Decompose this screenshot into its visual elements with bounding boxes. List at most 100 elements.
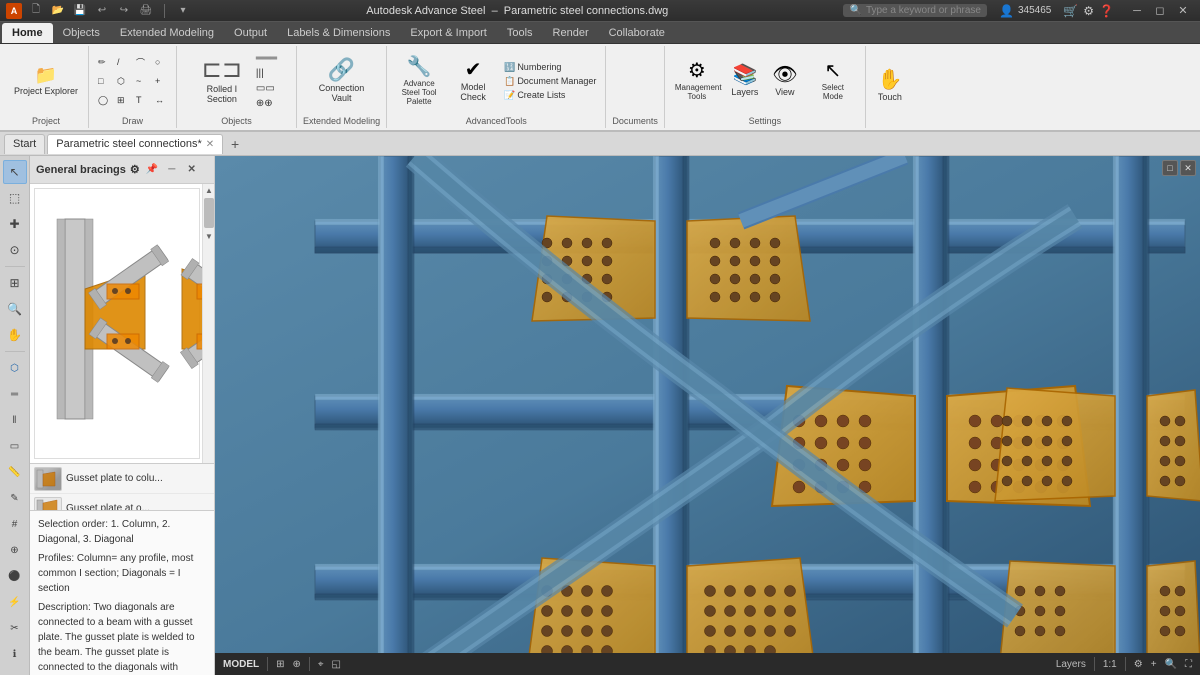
model-check-icon: ✔ — [465, 60, 482, 80]
bracing-item-2[interactable]: Gusset plate at o... — [30, 494, 214, 510]
titlebar: A 🗋 📂 💾 ↩ ↪ 🖨 ▾ Autodesk Advance Steel –… — [0, 0, 1200, 22]
tool-measure[interactable]: 📏 — [3, 460, 27, 484]
open-btn[interactable]: 📂 — [50, 3, 66, 19]
tab-collaborate[interactable]: Collaborate — [599, 23, 675, 43]
draw-rect-btn[interactable]: □ — [95, 72, 113, 90]
model-check-btn[interactable]: ✔ Model Check — [449, 58, 497, 104]
view-label: View — [775, 87, 794, 97]
draw-circle-btn[interactable]: ○ — [152, 53, 170, 71]
viewport-restore-btn[interactable]: □ — [1162, 160, 1178, 176]
draw-arc-btn[interactable]: ⌒ — [133, 53, 151, 71]
scroll-up-btn[interactable]: ▲ — [203, 184, 214, 196]
zoom-in-icon[interactable]: 🔍 — [1165, 659, 1177, 670]
bracings-pin-btn[interactable]: 📌 — [144, 162, 160, 178]
tab-objects[interactable]: Objects — [53, 23, 110, 43]
save-btn[interactable]: 💾 — [72, 3, 88, 19]
misc-btn1[interactable]: ▾ — [175, 3, 191, 19]
tab-start[interactable]: Start — [4, 134, 45, 154]
ribbon-group-touch: ✋ Touch — [866, 46, 914, 128]
minimize-btn[interactable]: ─ — [1126, 2, 1148, 20]
undo-btn[interactable]: ↩ — [94, 3, 110, 19]
rolled-i-btn[interactable]: ⊏⊐ Rolled I Section — [193, 56, 251, 106]
tool-palette-btn[interactable]: 🔧 Advance Steel Tool Palette — [393, 55, 445, 108]
help-icon[interactable]: ❓ — [1099, 4, 1114, 18]
tool-edit[interactable]: ✂ — [3, 616, 27, 640]
new-tab-btn[interactable]: + — [225, 134, 245, 154]
touch-btn[interactable]: ✋ Touch — [872, 68, 908, 104]
scroll-thumb[interactable] — [204, 198, 214, 228]
scroll-down-btn[interactable]: ▼ — [203, 230, 214, 242]
obj-bolt-btn[interactable]: ⊕⊕ — [253, 97, 280, 110]
settings-status-icon[interactable]: ⚙ — [1134, 659, 1143, 670]
plot-btn[interactable]: 🖨 — [138, 3, 154, 19]
bracings-close-btn[interactable]: ✕ — [184, 162, 200, 178]
view-icon: 👁 — [772, 65, 797, 85]
tab-close-btn[interactable]: ✕ — [206, 139, 214, 150]
tool-zoom-ext[interactable]: ⊞ — [3, 271, 27, 295]
tool-beam[interactable]: ═ — [3, 382, 27, 406]
tool-grid[interactable]: # — [3, 512, 27, 536]
tab-parametric[interactable]: Parametric steel connections* ✕ — [47, 134, 223, 154]
close-btn[interactable]: ✕ — [1172, 2, 1194, 20]
draw-hatch-btn[interactable]: ⊞ — [114, 91, 132, 109]
tool-connection[interactable]: ⬡ — [3, 356, 27, 380]
obj-beam-btn[interactable]: ═══ — [253, 52, 280, 65]
fullscreen-icon[interactable]: ⛶ — [1185, 659, 1192, 670]
new-btn[interactable]: 🗋 — [28, 3, 44, 19]
tab-output[interactable]: Output — [224, 23, 277, 43]
tool-zoom-win[interactable]: 🔍 — [3, 297, 27, 321]
obj-column-btn[interactable]: ||| — [253, 67, 280, 80]
viewport-close-btn[interactable]: ✕ — [1180, 160, 1196, 176]
tab-home[interactable]: Home — [2, 23, 53, 43]
draw-pencil-btn[interactable]: ✏ — [95, 53, 113, 71]
tool-props[interactable]: ℹ — [3, 642, 27, 666]
create-lists-btn[interactable]: 📝 Create Lists — [501, 89, 599, 102]
tool-lasso[interactable]: ⊙ — [3, 238, 27, 262]
tab-export[interactable]: Export & Import — [400, 23, 496, 43]
draw-line-btn[interactable]: / — [114, 53, 132, 71]
bracings-minimize-btn[interactable]: ─ — [164, 162, 180, 178]
layers-btn[interactable]: 📚 Layers — [727, 63, 763, 99]
draw-xline-btn[interactable]: + — [152, 72, 170, 90]
tool-select[interactable]: ↖ — [3, 160, 27, 184]
settings-icon[interactable]: ⚙ — [1083, 4, 1094, 18]
cart-icon[interactable]: 🛒 — [1063, 4, 1078, 18]
tool-cross[interactable]: ✚ — [3, 212, 27, 236]
draw-dim-btn[interactable]: ↔ — [152, 91, 170, 109]
numbering-label: Numbering — [517, 62, 561, 72]
select-mode-btn[interactable]: ↖ Select Mode — [807, 59, 859, 103]
tab-extended-modeling[interactable]: Extended Modeling — [110, 23, 224, 43]
view-btn[interactable]: 👁 View — [767, 63, 803, 99]
redo-btn[interactable]: ↪ — [116, 3, 132, 19]
tool-bolt[interactable]: ⚫ — [3, 564, 27, 588]
search-placeholder[interactable]: Type a keyword or phrase — [866, 5, 981, 16]
preview-scrollbar[interactable]: ▲ ▼ — [202, 184, 214, 463]
numbering-btn[interactable]: 🔢 Numbering — [501, 61, 599, 74]
management-tools-btn[interactable]: ⚙ Management Tools — [671, 59, 723, 103]
draw-spline-btn[interactable]: ~ — [133, 72, 151, 90]
tool-snap[interactable]: ⊕ — [3, 538, 27, 562]
tab-labels[interactable]: Labels & Dimensions — [277, 23, 400, 43]
tool-annotate[interactable]: ✎ — [3, 486, 27, 510]
doc-manager-btn[interactable]: 📋 Document Manager — [501, 75, 599, 88]
tab-tools[interactable]: Tools — [497, 23, 543, 43]
tool-weld[interactable]: ⚡ — [3, 590, 27, 614]
tool-window-select[interactable]: ⬚ — [3, 186, 27, 210]
tab-render[interactable]: Render — [543, 23, 599, 43]
bracing-item-1[interactable]: Gusset plate to colu... — [30, 464, 214, 494]
project-explorer-icon: 📁 — [35, 66, 57, 84]
bracings-settings-icon[interactable]: ⚙ — [130, 163, 140, 176]
tool-pan[interactable]: ✋ — [3, 323, 27, 347]
tool-plate[interactable]: ▭ — [3, 434, 27, 458]
restore-btn[interactable]: ◻ — [1149, 2, 1171, 20]
connection-vault-btn[interactable]: 🔗 Connection Vault — [310, 57, 373, 105]
obj-plate-btn[interactable]: ▭▭ — [253, 82, 280, 95]
project-explorer-btn[interactable]: 📁 Project Explorer — [10, 64, 82, 98]
draw-ellipse-btn[interactable]: ◯ — [95, 91, 113, 109]
draw-text-btn[interactable]: T — [133, 91, 151, 109]
draw-poly-btn[interactable]: ⬡ — [114, 72, 132, 90]
tool-column[interactable]: ‖ — [3, 408, 27, 432]
plus-icon[interactable]: + — [1151, 659, 1157, 670]
management-tools-icon: ⚙ — [688, 61, 706, 81]
layer-display[interactable]: Layers — [1056, 659, 1086, 670]
